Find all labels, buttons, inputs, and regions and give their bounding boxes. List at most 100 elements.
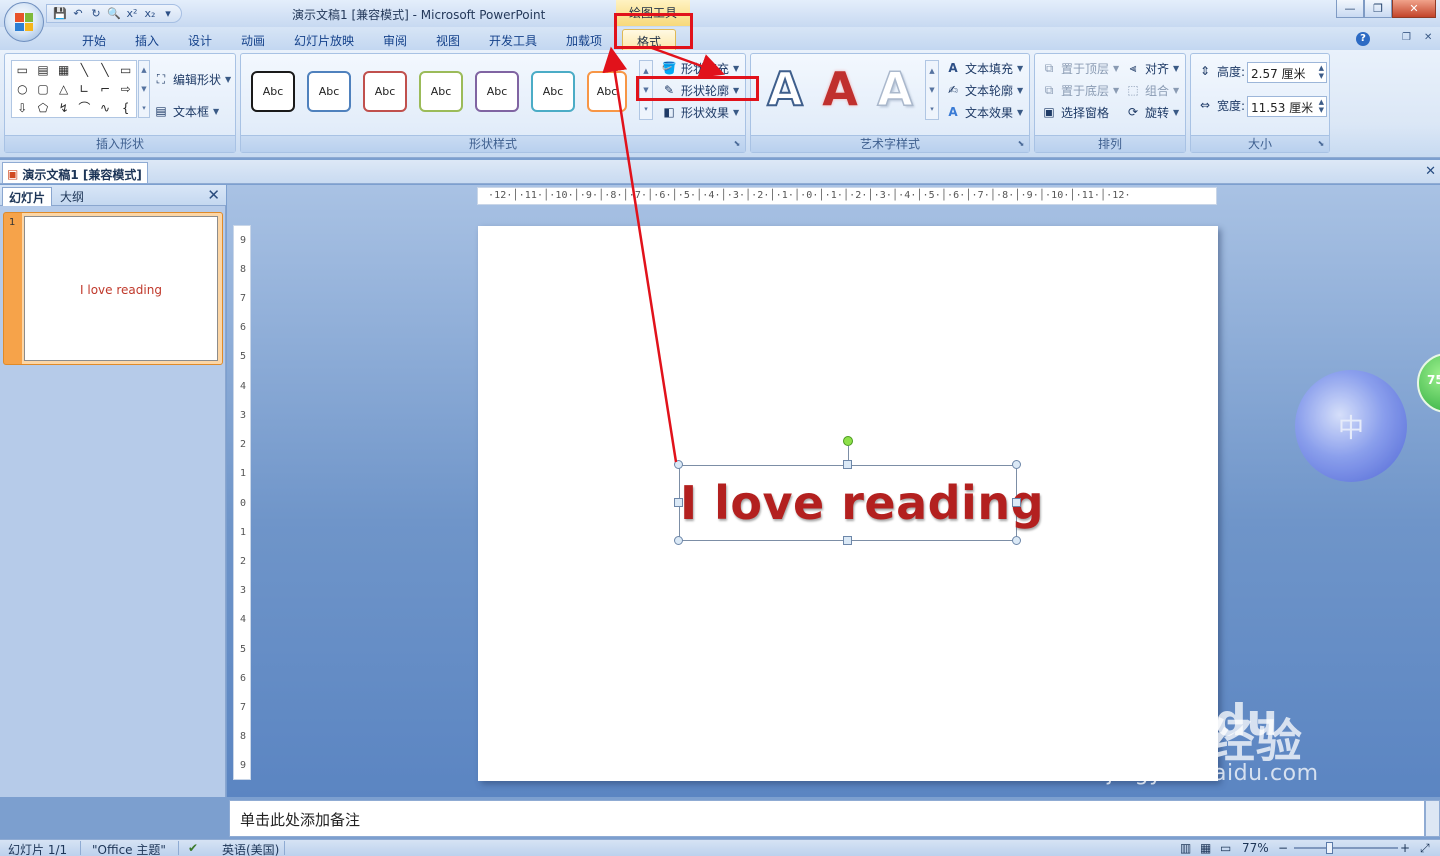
align-button[interactable]: ⫷ 对齐 ▼ <box>1125 58 1180 78</box>
tab-slideshow[interactable]: 幻灯片放映 <box>294 32 354 49</box>
shape-item[interactable]: ▤ <box>37 64 48 76</box>
shape-item[interactable]: △ <box>59 83 68 95</box>
dialog-launcher-icon[interactable]: ⬊ <box>732 139 742 149</box>
edit-shape-button[interactable]: ⛶ 编辑形状 ▼ <box>153 69 231 89</box>
help-icon[interactable]: ? <box>1356 32 1370 46</box>
shape-item[interactable]: ∟ <box>79 83 89 95</box>
shape-item[interactable]: ╲ <box>101 64 108 76</box>
shape-style-swatch-purple[interactable]: Abc <box>475 71 519 112</box>
shape-style-swatch-red[interactable]: Abc <box>363 71 407 112</box>
height-input[interactable]: 2.57 厘米 ▲ ▼ <box>1247 62 1327 83</box>
shape-item[interactable]: ⌒ <box>78 102 90 114</box>
shape-item[interactable]: ⬠ <box>38 102 48 114</box>
wordart-style-white[interactable]: A <box>869 63 921 115</box>
close-button[interactable]: ✕ <box>1392 0 1436 18</box>
language[interactable]: 英语(美国) <box>222 841 279 856</box>
zoom-slider-thumb[interactable] <box>1326 842 1333 854</box>
dialog-launcher-icon[interactable]: ⬊ <box>1016 139 1026 149</box>
selected-text-box[interactable]: I love reading <box>679 465 1044 541</box>
print-preview-icon[interactable]: 🔍 <box>107 7 121 21</box>
zoom-out-icon[interactable]: − <box>1278 841 1288 855</box>
shape-style-swatch-blue[interactable]: Abc <box>307 71 351 112</box>
shape-fill-button[interactable]: 🪣 形状填充 ▼ <box>661 58 740 78</box>
maximize-button[interactable]: ❐ <box>1364 0 1392 18</box>
superscript-icon[interactable]: x² <box>125 7 139 21</box>
bring-to-front-button[interactable]: ⧉ 置于顶层 ▼ <box>1041 58 1119 78</box>
shape-item[interactable]: ▢ <box>37 83 48 95</box>
shape-style-gallery-scroll[interactable]: ▲ ▼ ▾ <box>639 60 653 120</box>
wordart-style-outline[interactable]: A <box>759 63 811 115</box>
sorter-view-icon[interactable]: ▦ <box>1200 841 1211 855</box>
slide-canvas[interactable]: I love reading <box>478 226 1218 781</box>
tab-review[interactable]: 审阅 <box>383 32 407 49</box>
shape-item[interactable]: ○ <box>17 83 27 95</box>
shape-outline-button[interactable]: ✎ 形状轮廓 ▼ <box>661 80 739 100</box>
shape-gallery[interactable]: ▭ ▤ ▦ ╲ ╲ ▭ ○ ▢ △ ∟ ⌐ ⇨ ⇩ ⬠ ↯ ⌒ ∿ { <box>11 60 137 118</box>
shape-item[interactable]: ↯ <box>59 102 69 114</box>
shape-item[interactable]: ∿ <box>100 102 110 114</box>
rotate-handle[interactable] <box>843 436 853 446</box>
shape-item[interactable]: ⌐ <box>100 83 110 95</box>
width-spinner[interactable]: ▲ ▼ <box>1319 98 1324 114</box>
resize-handle-top[interactable] <box>843 460 852 469</box>
slideshow-view-icon[interactable]: ▭ <box>1220 841 1231 855</box>
height-spinner[interactable]: ▲ ▼ <box>1319 64 1324 80</box>
slide-wordart-text[interactable]: I love reading <box>680 466 1044 540</box>
tab-outline[interactable]: 大纲 <box>54 187 90 206</box>
tab-insert[interactable]: 插入 <box>135 32 159 49</box>
shape-item[interactable]: ╲ <box>81 64 88 76</box>
fit-window-icon[interactable]: ⤢ <box>1420 841 1430 856</box>
slide-thumbnail-item[interactable]: 1 I love reading <box>3 212 223 365</box>
shape-gallery-scroll[interactable]: ▲ ▼ ▾ <box>138 60 150 118</box>
tab-view[interactable]: 视图 <box>436 32 460 49</box>
tab-developer[interactable]: 开发工具 <box>489 32 537 49</box>
shape-item[interactable]: ⇨ <box>121 83 131 95</box>
send-to-back-button[interactable]: ⧉ 置于底层 ▼ <box>1041 80 1119 100</box>
doc-close-icon[interactable]: ✕ <box>1424 32 1432 43</box>
pane-close-icon[interactable]: ✕ <box>207 186 220 204</box>
dialog-launcher-icon[interactable]: ⬊ <box>1316 139 1326 149</box>
save-icon[interactable]: 💾 <box>53 7 67 21</box>
office-button[interactable] <box>4 2 44 42</box>
document-close-icon[interactable]: ✕ <box>1425 164 1436 179</box>
shape-style-swatch-green[interactable]: Abc <box>419 71 463 112</box>
shape-item[interactable]: ▦ <box>58 64 69 76</box>
zoom-level[interactable]: 77% <box>1242 841 1269 855</box>
spellcheck-icon[interactable]: ✔ <box>188 841 198 855</box>
text-effects-button[interactable]: A 文本效果 ▼ <box>945 102 1023 122</box>
minimize-button[interactable]: — <box>1336 0 1364 18</box>
floating-green-badge[interactable]: 75 <box>1417 353 1440 413</box>
wordart-style-red[interactable]: A <box>814 64 866 114</box>
width-input[interactable]: 11.53 厘米 ▲ ▼ <box>1247 96 1327 117</box>
shape-effects-button[interactable]: ◧ 形状效果 ▼ <box>661 102 739 122</box>
shape-item[interactable]: ▭ <box>120 64 131 76</box>
notes-pane[interactable]: 单击此处添加备注 <box>229 800 1425 837</box>
tab-addins[interactable]: 加载项 <box>566 32 602 49</box>
doc-restore-icon[interactable]: ❐ <box>1402 32 1411 43</box>
redo-icon[interactable]: ↻ <box>89 7 103 21</box>
subscript-icon[interactable]: x₂ <box>143 7 157 21</box>
rotate-button[interactable]: ⟳ 旋转 ▼ <box>1125 102 1179 122</box>
tab-home[interactable]: 开始 <box>82 32 106 49</box>
text-box-button[interactable]: ▤ 文本框 ▼ <box>153 101 219 121</box>
resize-handle-left[interactable] <box>674 498 683 507</box>
tab-slides[interactable]: 幻灯片 <box>2 187 53 206</box>
resize-handle-top-right[interactable] <box>1012 460 1021 469</box>
document-tab[interactable]: ▣ 演示文稿1 [兼容模式] <box>2 162 148 183</box>
selection-pane-button[interactable]: ▣ 选择窗格 <box>1041 102 1109 122</box>
shape-style-swatch-orange[interactable]: Abc <box>587 71 627 112</box>
tab-design[interactable]: 设计 <box>188 32 212 49</box>
customize-qat-icon[interactable]: ▾ <box>161 7 175 21</box>
undo-icon[interactable]: ↶ <box>71 7 85 21</box>
text-fill-button[interactable]: A 文本填充 ▼ <box>945 58 1023 78</box>
tab-animation[interactable]: 动画 <box>241 32 265 49</box>
shape-item[interactable]: ⇩ <box>17 102 27 114</box>
group-button[interactable]: ⬚ 组合 ▼ <box>1125 80 1179 100</box>
text-outline-button[interactable]: ✍ 文本轮廓 ▼ <box>945 80 1023 100</box>
resize-handle-bottom-left[interactable] <box>674 536 683 545</box>
shape-item[interactable]: ▭ <box>17 64 28 76</box>
resize-handle-right[interactable] <box>1012 498 1021 507</box>
shape-style-swatch-aqua[interactable]: Abc <box>531 71 575 112</box>
normal-view-icon[interactable]: ▥ <box>1180 841 1191 855</box>
resize-handle-bottom-right[interactable] <box>1012 536 1021 545</box>
